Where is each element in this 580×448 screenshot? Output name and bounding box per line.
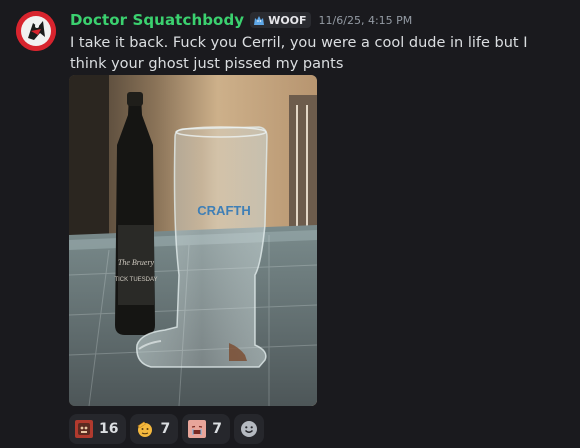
custom-face-emoji-icon: [75, 420, 93, 438]
server-tag[interactable]: WOOF: [250, 12, 311, 28]
beer-photo: The Bruery TICK TUESDAY CRAFTH: [69, 75, 317, 406]
custom-crying-face-emoji-icon: [188, 420, 207, 438]
wolf-icon: [254, 15, 265, 25]
reaction-count: 16: [99, 421, 119, 437]
reaction-bar: 16 7 7: [69, 414, 264, 444]
message-timestamp: 11/6/25, 4:15 PM: [318, 13, 413, 27]
bottle-brand-text: The Bruery: [118, 258, 155, 267]
reaction-custom-face[interactable]: 16: [69, 414, 127, 444]
add-reaction-button[interactable]: [233, 414, 264, 444]
bottle-label-text: TICK TUESDAY: [114, 277, 157, 283]
glass-print-text: CRAFTH: [197, 203, 250, 218]
reaction-saluting-face[interactable]: 7: [130, 414, 179, 444]
chat-message: Doctor Squatchbody WOOF 11/6/25, 4:15 PM…: [0, 0, 580, 448]
reaction-count: 7: [160, 421, 171, 437]
message-header: Doctor Squatchbody WOOF 11/6/25, 4:15 PM: [70, 10, 412, 30]
message-text: I take it back. Fuck you Cerril, you wer…: [70, 35, 528, 72]
reaction-custom-crying-face[interactable]: 7: [182, 414, 230, 444]
squatch-avatar-icon: [16, 11, 56, 51]
server-tag-label: WOOF: [268, 13, 307, 27]
username[interactable]: Doctor Squatchbody: [70, 11, 244, 29]
reaction-count: 7: [212, 421, 222, 437]
saluting-face-emoji-icon: [137, 421, 153, 437]
add-reaction-icon: [240, 421, 257, 437]
image-attachment[interactable]: The Bruery TICK TUESDAY CRAFTH: [69, 75, 317, 406]
user-avatar[interactable]: [16, 11, 56, 51]
